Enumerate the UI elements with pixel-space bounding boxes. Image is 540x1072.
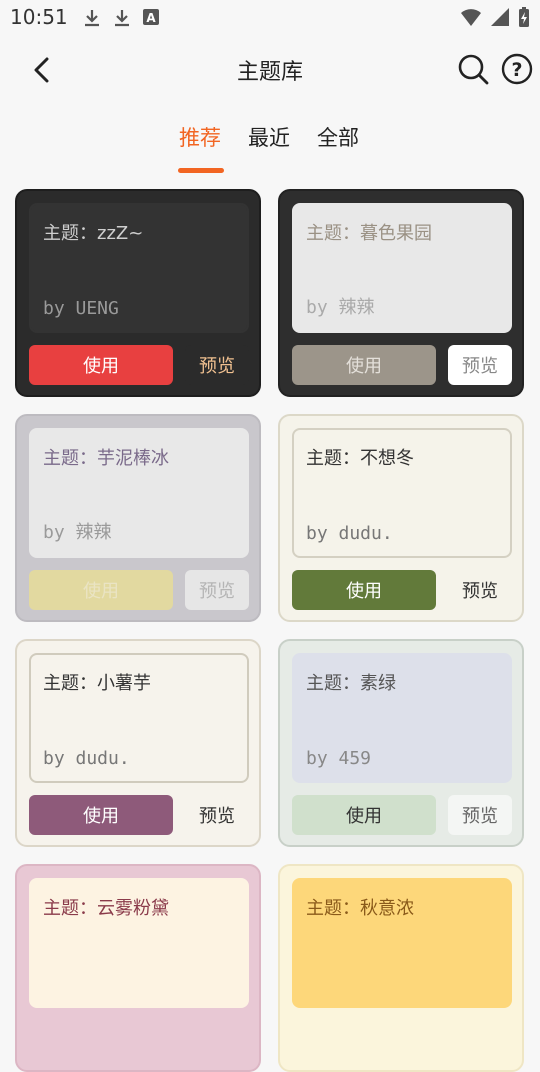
preview-button[interactable]: 预览 (185, 570, 249, 610)
theme-card[interactable]: 主题：小薯芋 by dudu. 使用 预览 (15, 639, 261, 847)
search-button[interactable] (456, 52, 490, 86)
help-icon: ? (501, 53, 533, 85)
theme-name: 主题：zzZ~ (43, 223, 144, 244)
tab-all[interactable]: 全部 (317, 122, 359, 152)
theme-author: by 辣辣 (43, 522, 112, 543)
use-button[interactable]: 使用 (292, 795, 436, 835)
wifi-icon (460, 7, 482, 27)
theme-card[interactable]: 主题：暮色果园 by 辣辣 使用 预览 (278, 189, 524, 397)
tab-recommended[interactable]: 推荐 (179, 122, 221, 152)
system-icons (460, 6, 530, 28)
signal-icon (490, 7, 510, 27)
theme-card[interactable]: 主题：素绿 by 459 使用 预览 (278, 639, 524, 847)
theme-card[interactable]: 主题：云雾粉黛 (15, 864, 261, 1072)
status-bar: 10:51 A (0, 0, 540, 36)
download-icon (82, 8, 102, 28)
theme-author: by dudu. (43, 748, 130, 769)
theme-author: by dudu. (306, 523, 393, 544)
notification-icons: A (82, 8, 160, 28)
help-button[interactable]: ? (500, 52, 534, 86)
theme-author: by UENG (43, 298, 119, 319)
app-icon: A (142, 8, 160, 28)
theme-preview-area: 主题：暮色果园 by 辣辣 (292, 203, 512, 333)
use-button[interactable]: 使用 (29, 795, 173, 835)
preview-button[interactable]: 预览 (448, 570, 512, 610)
status-time: 10:51 (10, 5, 68, 29)
theme-preview-area: 主题：芋泥棒冰 by 辣辣 (29, 428, 249, 558)
search-icon (458, 54, 489, 85)
tab-indicator (178, 168, 224, 173)
use-button[interactable]: 使用 (292, 345, 436, 385)
battery-charging-icon (518, 6, 530, 28)
use-button[interactable]: 使用 (29, 345, 173, 385)
theme-name: 主题：秋意浓 (306, 898, 414, 919)
theme-card[interactable]: 主题：zzZ~ by UENG 使用 预览 (15, 189, 261, 397)
theme-preview-area: 主题：秋意浓 (292, 878, 512, 1008)
theme-card[interactable]: 主题：不想冬 by dudu. 使用 预览 (278, 414, 524, 622)
theme-card[interactable]: 主题：芋泥棒冰 by 辣辣 使用 预览 (15, 414, 261, 622)
preview-button[interactable]: 预览 (185, 345, 249, 385)
theme-author: by 辣辣 (306, 297, 375, 318)
tab-bar: 推荐 最近 全部 (0, 116, 540, 176)
tab-recent[interactable]: 最近 (248, 122, 290, 152)
theme-name: 主题：不想冬 (306, 448, 414, 469)
download-icon (112, 8, 132, 28)
app-header: 主题库 ? (0, 36, 540, 102)
use-button[interactable]: 使用 (29, 570, 173, 610)
theme-card[interactable]: 主题：秋意浓 (278, 864, 524, 1072)
theme-name: 主题：小薯芋 (43, 673, 151, 694)
preview-button[interactable]: 预览 (448, 795, 512, 835)
theme-author: by 459 (306, 748, 372, 769)
preview-button[interactable]: 预览 (448, 345, 512, 385)
theme-preview-area: 主题：素绿 by 459 (292, 653, 512, 783)
help-glyph: ? (511, 59, 522, 81)
theme-preview-area: 主题：不想冬 by dudu. (292, 428, 512, 558)
use-button[interactable]: 使用 (292, 570, 436, 610)
theme-name: 主题：素绿 (306, 673, 396, 694)
preview-button[interactable]: 预览 (185, 795, 249, 835)
theme-name: 主题：暮色果园 (306, 223, 432, 244)
app-icon-letter: A (146, 11, 156, 25)
theme-name: 主题：云雾粉黛 (43, 898, 169, 919)
theme-preview-area: 主题：小薯芋 by dudu. (29, 653, 249, 783)
theme-preview-area: 主题：云雾粉黛 (29, 878, 249, 1008)
theme-preview-area: 主题：zzZ~ by UENG (29, 203, 249, 333)
theme-name: 主题：芋泥棒冰 (43, 448, 169, 469)
